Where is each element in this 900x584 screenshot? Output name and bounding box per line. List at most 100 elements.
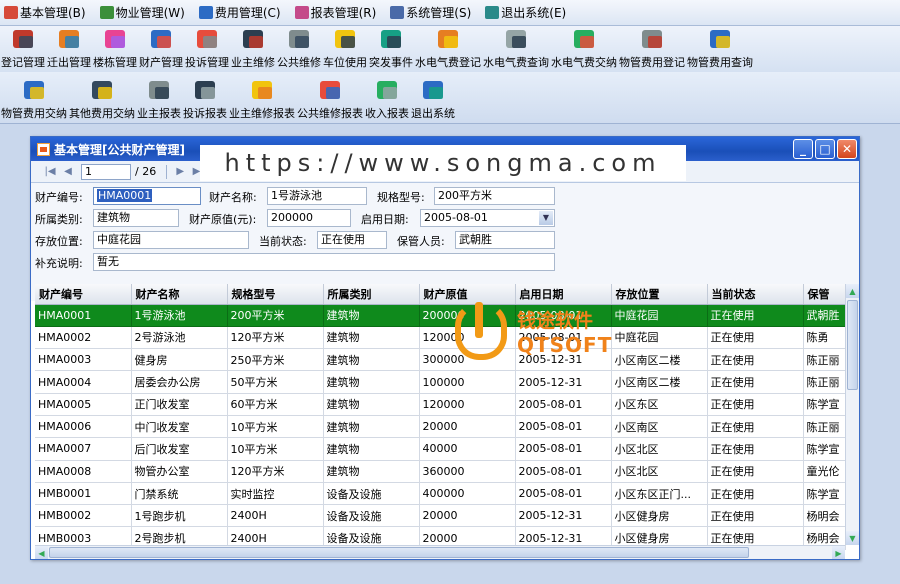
table-cell[interactable]: 陈学宣	[803, 393, 846, 416]
table-cell[interactable]: 小区南区二楼	[611, 370, 708, 394]
table-cell[interactable]: 设备及设施	[323, 504, 420, 528]
table-cell[interactable]: 建筑物	[323, 370, 420, 394]
table-cell[interactable]: 健身房	[131, 348, 228, 372]
scroll-up-icon[interactable]: ▲	[846, 284, 859, 298]
column-header[interactable]: 所属类别	[323, 284, 420, 305]
table-cell[interactable]: 小区东区正门...	[611, 482, 708, 506]
table-cell[interactable]: 门禁系统	[131, 482, 228, 506]
table-cell[interactable]: 陈学宣	[803, 482, 846, 506]
toolbar-button[interactable]: 公共维修	[276, 26, 322, 72]
scroll-right-icon[interactable]: ▶	[832, 546, 845, 559]
scroll-down-icon[interactable]: ▼	[846, 531, 859, 545]
table-cell[interactable]: 2号游泳池	[131, 326, 228, 350]
table-cell[interactable]: HMA0006	[35, 415, 132, 439]
table-cell[interactable]: 2005-08-01	[515, 460, 612, 483]
table-cell[interactable]: 400000	[419, 482, 516, 506]
table-cell[interactable]: 50平方米	[227, 370, 324, 394]
menu-system[interactable]: 系统管理(S)	[390, 2, 471, 24]
toolbar-button[interactable]: 公共维修报表	[296, 72, 364, 123]
table-row[interactable]: HMA0008 物管办公室 120平方米 建筑物 360000 2005-08-01 小区北…	[35, 460, 846, 483]
original-value-field[interactable]: 200000	[267, 209, 351, 227]
toolbar-button[interactable]: 物管费用查询	[686, 26, 754, 72]
table-cell[interactable]: 陈勇	[803, 326, 846, 350]
table-cell[interactable]: 陈正丽	[803, 370, 846, 394]
record-number-input[interactable]: 1	[81, 163, 131, 180]
column-header[interactable]: 当前状态	[707, 284, 804, 305]
menu-exit[interactable]: 退出系统(E)	[485, 2, 566, 24]
table-cell[interactable]: 后门收发室	[131, 437, 228, 461]
toolbar-button[interactable]: 业主报表	[136, 72, 182, 123]
table-cell[interactable]: 建筑物	[323, 348, 420, 372]
column-header[interactable]: 财产名称	[131, 284, 228, 305]
property-name-field[interactable]: 1号游泳池	[267, 187, 367, 205]
table-cell[interactable]: 20000	[419, 504, 516, 528]
table-cell[interactable]: 1号跑步机	[131, 504, 228, 528]
toolbar-button[interactable]: 登记管理	[0, 26, 46, 72]
horizontal-scroll-thumb[interactable]	[49, 547, 749, 558]
table-cell[interactable]: 小区北区	[611, 460, 708, 483]
location-field[interactable]: 中庭花园	[93, 231, 249, 249]
spec-field[interactable]: 200平方米	[434, 187, 555, 205]
table-row[interactable]: HMA0003 健身房 250平方米 建筑物 300000 2005-12-31 小区南区二…	[35, 348, 846, 372]
table-cell[interactable]: 2400H	[227, 504, 324, 528]
table-cell[interactable]: HMA0005	[35, 393, 132, 416]
table-row[interactable]: HMB0002 1号跑步机 2400H 设备及设施 20000 2005-12-31 小区健…	[35, 504, 846, 528]
toolbar-button[interactable]: 水电气费查询	[482, 26, 550, 72]
table-cell[interactable]: 2005-12-31	[515, 370, 612, 394]
table-cell[interactable]: HMA0007	[35, 437, 132, 461]
table-cell[interactable]: HMA0008	[35, 460, 132, 483]
menu-property[interactable]: 物业管理(W)	[99, 2, 185, 24]
table-cell[interactable]: 陈正丽	[803, 415, 846, 439]
table-cell[interactable]: 正在使用	[707, 437, 804, 461]
category-field[interactable]: 建筑物	[93, 209, 179, 227]
table-cell[interactable]: 2005-12-31	[515, 504, 612, 528]
table-cell[interactable]: 建筑物	[323, 393, 420, 416]
table-cell[interactable]: 物管办公室	[131, 460, 228, 483]
table-cell[interactable]: 小区北区	[611, 437, 708, 461]
table-cell[interactable]: 20000	[419, 415, 516, 439]
prev-record-icon[interactable]: ◀	[59, 164, 77, 180]
table-cell[interactable]: 正在使用	[707, 304, 804, 327]
table-cell[interactable]: 360000	[419, 460, 516, 483]
table-cell[interactable]: HMA0001	[35, 304, 132, 327]
table-cell[interactable]: 2005-08-01	[515, 482, 612, 506]
menu-basic[interactable]: 基本管理(B)	[4, 2, 86, 24]
toolbar-button[interactable]: 水电气费交纳	[550, 26, 618, 72]
table-cell[interactable]: 正门收发室	[131, 393, 228, 416]
status-field[interactable]: 正在使用	[317, 231, 387, 249]
next-record-icon[interactable]: ▶	[171, 164, 189, 180]
table-cell[interactable]: 建筑物	[323, 304, 420, 327]
table-cell[interactable]: 250平方米	[227, 348, 324, 372]
table-cell[interactable]: 小区南区	[611, 415, 708, 439]
toolbar-button[interactable]: 突发事件	[368, 26, 414, 72]
table-cell[interactable]: 2005-08-01	[515, 393, 612, 416]
toolbar-button[interactable]: 业主维修	[230, 26, 276, 72]
table-cell[interactable]: 10平方米	[227, 415, 324, 439]
table-cell[interactable]: 设备及设施	[323, 482, 420, 506]
table-cell[interactable]: HMA0002	[35, 326, 132, 350]
table-cell[interactable]: 小区东区	[611, 393, 708, 416]
table-cell[interactable]: 正在使用	[707, 460, 804, 483]
table-cell[interactable]: 建筑物	[323, 460, 420, 483]
table-cell[interactable]: 10平方米	[227, 437, 324, 461]
table-cell[interactable]: 建筑物	[323, 437, 420, 461]
toolbar-button[interactable]: 物管费用交纳	[0, 72, 68, 123]
vertical-scrollbar[interactable]: ▲ ▼	[845, 284, 859, 545]
table-cell[interactable]: 60平方米	[227, 393, 324, 416]
vertical-scroll-thumb[interactable]	[847, 300, 858, 390]
column-header[interactable]: 保管	[803, 284, 846, 305]
table-row[interactable]: HMA0001 1号游泳池 200平方米 建筑物 200000 2005-08-01 中庭花…	[35, 304, 846, 327]
table-cell[interactable]: 杨明会	[803, 504, 846, 528]
toolbar-button[interactable]: 投诉管理	[184, 26, 230, 72]
toolbar-button[interactable]: 业主维修报表	[228, 72, 296, 123]
toolbar-button[interactable]: 投诉报表	[182, 72, 228, 123]
table-cell[interactable]: 陈正丽	[803, 348, 846, 372]
menu-fee[interactable]: 费用管理(C)	[198, 2, 281, 24]
column-header[interactable]: 财产编号	[35, 284, 132, 305]
toolbar-button[interactable]: 收入报表	[364, 72, 410, 123]
toolbar-button[interactable]: 物管费用登记	[618, 26, 686, 72]
table-cell[interactable]: HMB0002	[35, 504, 132, 528]
toolbar-button[interactable]: 车位使用	[322, 26, 368, 72]
table-cell[interactable]: 120平方米	[227, 460, 324, 483]
toolbar-button[interactable]: 水电气费登记	[414, 26, 482, 72]
